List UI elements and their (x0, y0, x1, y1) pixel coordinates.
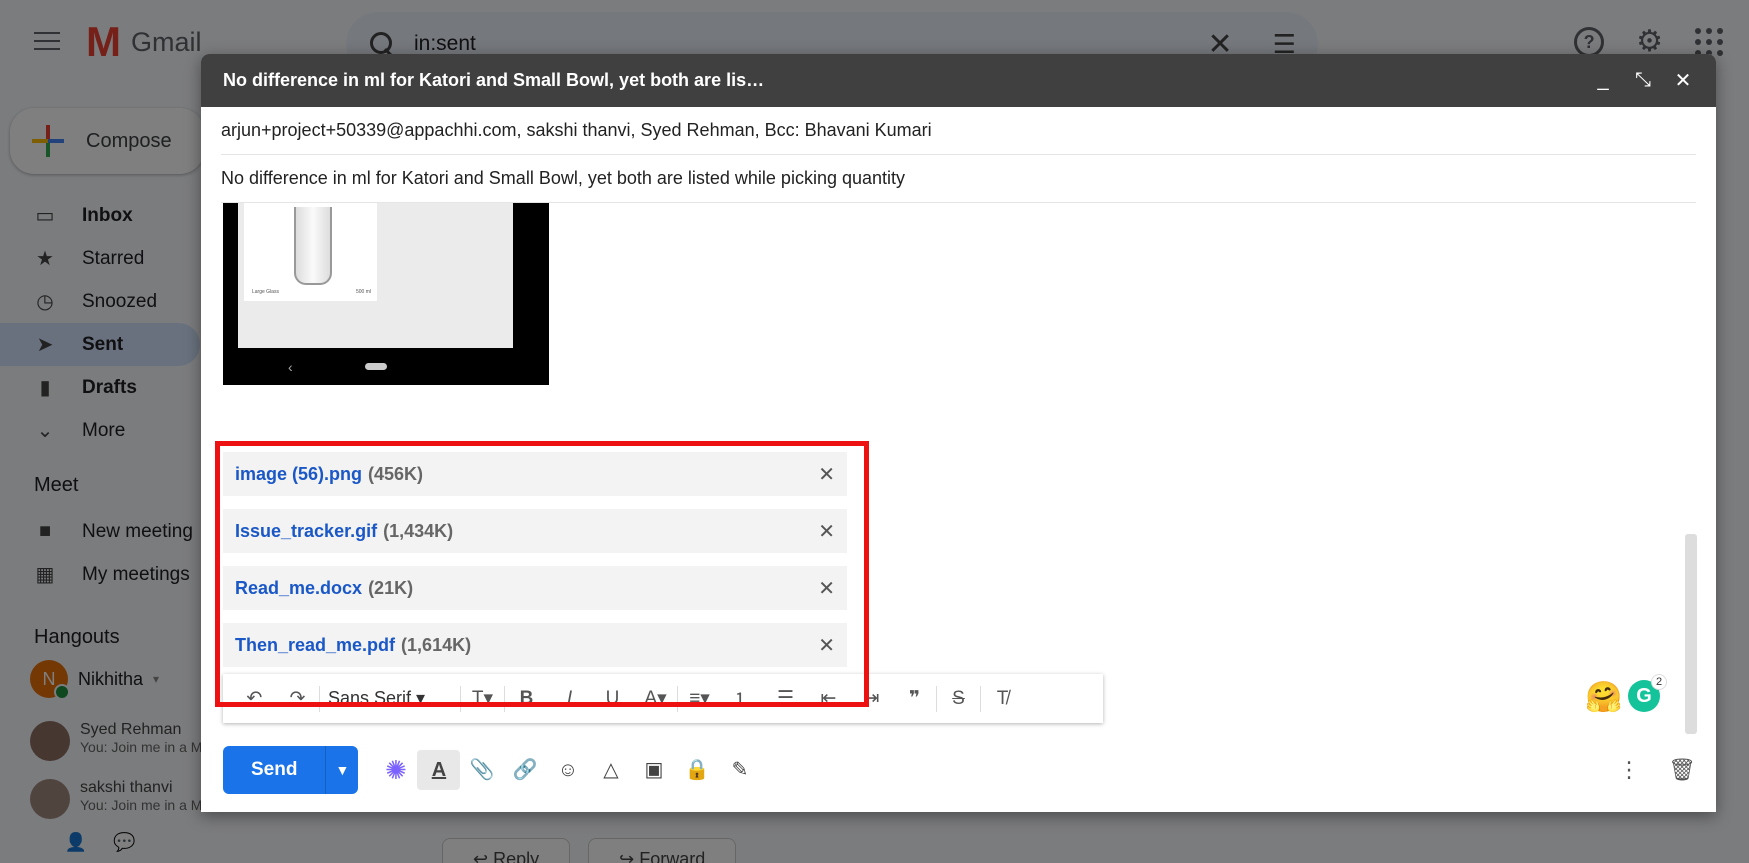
more-options-icon[interactable]: ⋮ (1618, 757, 1640, 783)
close-icon[interactable]: ✕ (1672, 68, 1694, 93)
strikethrough-icon[interactable]: S (937, 688, 980, 710)
quote-icon[interactable]: ❞ (893, 687, 936, 710)
emoji-face-icon[interactable]: 🤗 (1585, 680, 1622, 715)
bold-icon[interactable]: B (505, 688, 548, 710)
remove-formatting-icon[interactable]: T̸ (981, 688, 1024, 710)
indent-less-icon[interactable]: ⇤ (807, 687, 850, 710)
formatting-toolbar: ↶ ↷ Sans Serif ▾ T▾ B I U A▾ ≡▾ ⒈ ☰ ⇤ ⇥ … (223, 674, 1103, 723)
attachment-name[interactable]: Then_read_me.pdf (235, 635, 395, 656)
drive-icon[interactable]: △ (589, 750, 632, 790)
remove-attachment-icon[interactable]: ✕ (818, 519, 835, 544)
attachment-name[interactable]: Issue_tracker.gif (235, 521, 377, 542)
compose-window: No difference in ml for Katori and Small… (201, 54, 1716, 812)
subject-field[interactable]: No difference in ml for Katori and Small… (221, 155, 1696, 203)
attachment-chip[interactable]: image (56).png (456K) ✕ (223, 452, 847, 496)
font-family-value: Sans Serif (328, 688, 412, 708)
compose-footer: Send ▼ ✺ A 📎 🔗 ☺ △ ▣ 🔒 ✎ ⋮ 🗑 (223, 746, 1696, 794)
attachment-list: image (56).png (456K) ✕ Issue_tracker.gi… (223, 452, 847, 680)
confidential-mode-icon[interactable]: 🔒 (675, 750, 718, 790)
exit-fullscreen-icon[interactable]: ⤡ (1632, 69, 1654, 92)
attachment-size: (456K) (368, 463, 424, 484)
compose-title: No difference in ml for Katori and Small… (223, 70, 765, 90)
signature-pen-icon[interactable]: ✎ (718, 750, 761, 790)
font-family-select[interactable]: Sans Serif ▾ (320, 688, 460, 709)
emoji-icon[interactable]: ☺ (546, 750, 589, 790)
grammarly-count-badge: 2 (1651, 674, 1667, 690)
attachment-chip[interactable]: Then_read_me.pdf (1,614K) ✕ (223, 623, 847, 667)
image-caption: Large Glass (252, 289, 279, 295)
underline-icon[interactable]: U (591, 688, 634, 710)
recipients-field[interactable]: arjun+project+50339@appachhi.com, sakshi… (221, 107, 1696, 155)
attachment-size: (1,434K) (383, 520, 454, 541)
numbered-list-icon[interactable]: ⒈ (721, 685, 764, 712)
image-product-card: Large Glass 500 ml (244, 203, 377, 301)
bulleted-list-icon[interactable]: ☰ (764, 687, 807, 710)
formatting-options-icon[interactable]: A (417, 750, 461, 790)
attachment-name[interactable]: image (56).png (235, 464, 362, 485)
discard-draft-icon[interactable]: 🗑 (1668, 757, 1696, 783)
send-button-group: Send ▼ (223, 746, 359, 794)
attachment-size: (1,614K) (401, 634, 472, 655)
attachment-name[interactable]: Read_me.docx (235, 578, 362, 599)
indent-more-icon[interactable]: ⇥ (850, 687, 893, 710)
footer-tools: ✺ A 📎 🔗 ☺ △ ▣ 🔒 ✎ (374, 750, 761, 790)
insert-photo-icon[interactable]: ▣ (632, 750, 675, 790)
insert-link-icon[interactable]: 🔗 (503, 750, 546, 790)
back-icon: ‹ (288, 359, 293, 375)
schedule-send-chevron-icon[interactable]: ▼ (326, 746, 358, 794)
remove-attachment-icon[interactable]: ✕ (818, 633, 835, 658)
send-button[interactable]: Send (223, 746, 327, 794)
image-caption: 500 ml (356, 289, 372, 295)
sparkle-icon[interactable]: ✺ (374, 750, 417, 790)
minimize-icon[interactable]: _ (1592, 69, 1614, 92)
image-screen: Large Glass 500 ml (238, 203, 513, 348)
inline-image[interactable]: Large Glass 500 ml ‹ (223, 203, 549, 385)
attachment-size: (21K) (368, 577, 414, 598)
glass-image (294, 207, 332, 285)
remove-attachment-icon[interactable]: ✕ (818, 576, 835, 601)
align-icon[interactable]: ≡▾ (678, 687, 721, 710)
redo-icon[interactable]: ↷ (276, 687, 319, 710)
home-pill-icon (365, 363, 387, 370)
attach-file-icon[interactable]: 📎 (460, 750, 503, 790)
undo-icon[interactable]: ↶ (233, 687, 276, 710)
italic-icon[interactable]: I (548, 688, 591, 710)
text-color-icon[interactable]: A▾ (634, 687, 677, 710)
scrollbar[interactable] (1685, 534, 1697, 734)
text-size-icon[interactable]: T▾ (461, 687, 504, 710)
compose-header[interactable]: No difference in ml for Katori and Small… (201, 54, 1716, 107)
attachment-chip[interactable]: Issue_tracker.gif (1,434K) ✕ (223, 509, 847, 553)
attachment-chip[interactable]: Read_me.docx (21K) ✕ (223, 566, 847, 610)
remove-attachment-icon[interactable]: ✕ (818, 462, 835, 487)
